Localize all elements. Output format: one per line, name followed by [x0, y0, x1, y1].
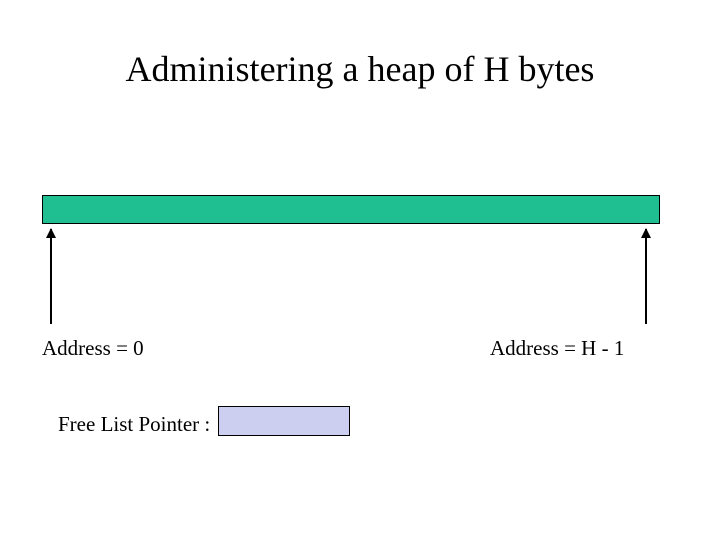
- free-list-pointer-label: Free List Pointer :: [58, 412, 210, 437]
- address-start-label: Address = 0: [42, 336, 144, 361]
- address-end-label: Address = H - 1: [490, 336, 624, 361]
- arrow-start-icon: [50, 229, 52, 324]
- arrow-end-icon: [645, 229, 647, 324]
- free-list-pointer-box: [218, 406, 350, 436]
- heap-bar: [42, 195, 660, 224]
- page-title: Administering a heap of H bytes: [0, 48, 720, 90]
